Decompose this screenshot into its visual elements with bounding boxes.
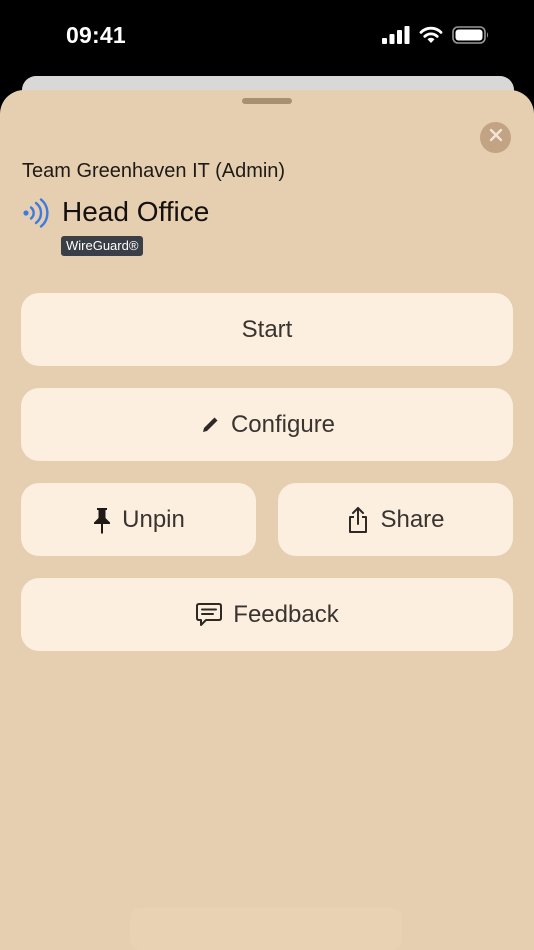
close-icon [489,128,503,147]
start-button-label: Start [241,315,293,343]
signal-icon [382,26,410,44]
start-button[interactable]: Start [21,293,513,366]
broadcast-icon [22,198,50,233]
site-title: Head Office [62,196,210,227]
connection-sheet: Team Greenhaven IT (Admin) Head Office W… [0,90,534,950]
wifi-icon [419,26,443,44]
battery-icon [452,26,490,44]
protocol-badge: WireGuard® [61,236,144,256]
configure-button[interactable]: Configure [21,388,513,461]
background-tab-bar [130,908,402,950]
feedback-icon [195,602,223,628]
configure-button-label: Configure [230,410,336,438]
share-button[interactable]: Share [278,483,513,556]
feedback-button[interactable]: Feedback [21,578,513,651]
screen: 09:41 Team Greenhaven IT (Admin) Head Of… [0,0,534,950]
unpin-button-label: Unpin [122,505,185,533]
sheet-grabber[interactable] [242,98,292,104]
team-label: Team Greenhaven IT (Admin) [22,160,286,182]
feedback-button-label: Feedback [233,600,339,628]
pencil-icon [199,414,221,436]
status-time: 09:41 [66,22,126,48]
share-button-label: Share [380,505,445,533]
close-button[interactable] [480,122,511,153]
pin-icon [92,506,112,534]
status-icons [382,26,490,44]
unpin-button[interactable]: Unpin [21,483,256,556]
share-icon [346,506,370,534]
status-bar: 09:41 [0,0,534,72]
